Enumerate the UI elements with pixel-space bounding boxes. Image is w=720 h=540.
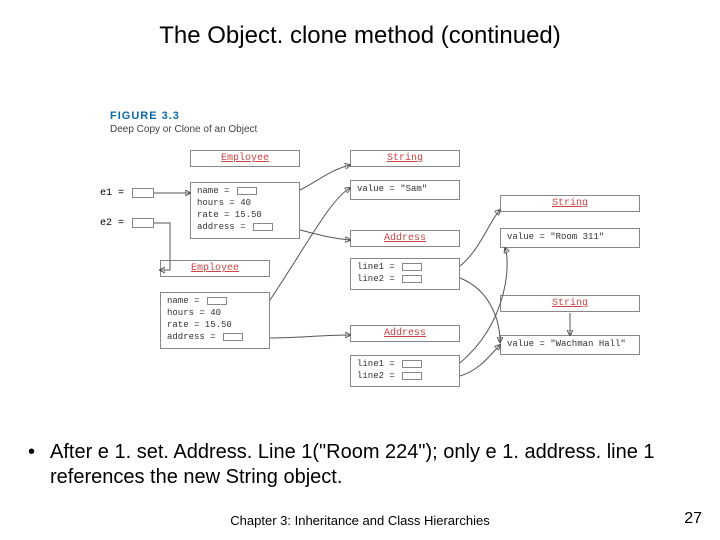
var-e2-slot <box>132 218 154 228</box>
string-generic-head-box: String <box>500 295 640 312</box>
footer-text: Chapter 3: Inheritance and Class Hierarc… <box>0 513 720 528</box>
string-wachman-box: value = "Wachman Hall" <box>500 335 640 355</box>
employee-head: Employee <box>191 151 299 166</box>
address-box-2: Address <box>350 325 460 342</box>
var-e2-label: e2 = <box>100 218 124 229</box>
employee-body-2: name = hours = 40 rate = 15.50 address = <box>160 292 270 349</box>
string-room311-body: value = "Room 311" <box>501 229 639 247</box>
string-sam-body-box: value = "Sam" <box>350 180 460 200</box>
employee-box-1: Employee <box>190 150 300 167</box>
uml-diagram: FIGURE 3.3 Deep Copy or Clone of an Obje… <box>110 120 670 420</box>
employee-body-1: name = hours = 40 rate = 15.50 address = <box>190 182 300 239</box>
var-e1-label: e1 = <box>100 188 124 199</box>
bullet-dot-icon: • <box>28 440 35 465</box>
address-body-2: line1 = line2 = <box>350 355 460 387</box>
address-fields-2: line1 = line2 = <box>351 356 459 386</box>
address-head-2: Address <box>351 326 459 341</box>
string-sam-head: String <box>351 151 459 166</box>
employee-head-2: Employee <box>161 261 269 276</box>
address-head-1: Address <box>351 231 459 246</box>
employee-fields-1: name = hours = 40 rate = 15.50 address = <box>191 183 299 238</box>
slide-title: The Object. clone method (continued) <box>0 22 720 50</box>
employee-fields-2: name = hours = 40 rate = 15.50 address = <box>161 293 269 348</box>
bullet-text: • After e 1. set. Address. Line 1("Room … <box>50 440 670 490</box>
string-generic-head: String <box>501 296 639 311</box>
string-room311-head-box: String <box>500 195 640 212</box>
bullet-content: After e 1. set. Address. Line 1("Room 22… <box>50 441 655 488</box>
address-fields-1: line1 = line2 = <box>351 259 459 289</box>
page-number: 27 <box>684 510 702 528</box>
string-sam-head-box: String <box>350 150 460 167</box>
figure-caption: Deep Copy or Clone of an Object <box>110 124 257 135</box>
string-room311-body-box: value = "Room 311" <box>500 228 640 248</box>
string-sam-body: value = "Sam" <box>351 181 459 199</box>
string-room311-head: String <box>501 196 639 211</box>
address-body-1: line1 = line2 = <box>350 258 460 290</box>
address-box-1: Address <box>350 230 460 247</box>
figure-label: FIGURE 3.3 <box>110 110 180 122</box>
var-e1-slot <box>132 188 154 198</box>
string-wachman-body: value = "Wachman Hall" <box>501 336 639 354</box>
employee-box-2: Employee <box>160 260 270 277</box>
